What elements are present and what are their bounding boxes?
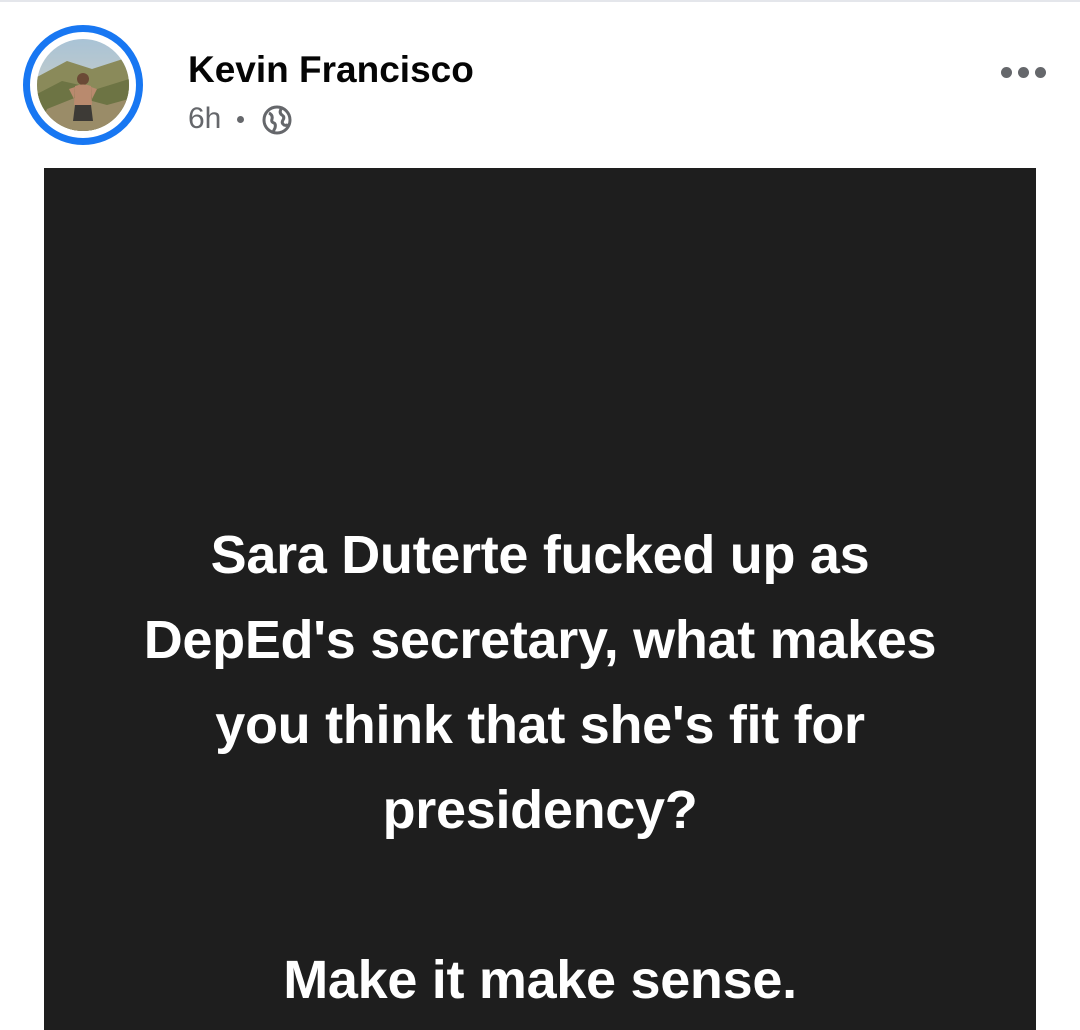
more-options-button[interactable]	[990, 52, 1056, 92]
post-background-card: Sara Duterte fucked up as DepEd's secret…	[44, 168, 1036, 1030]
more-options-icon	[1000, 66, 1046, 78]
post-text-line: you think that she's fit for	[215, 695, 865, 755]
post-header: Kevin Francisco 6h	[0, 0, 1080, 168]
facebook-post: Kevin Francisco 6h Sara Duterte fucked u…	[0, 0, 1080, 1030]
globe-icon[interactable]	[261, 104, 293, 136]
post-closing-line: Make it make sense.	[283, 950, 797, 1010]
profile-photo-icon	[37, 39, 129, 131]
post-timestamp[interactable]: 6h	[188, 102, 221, 136]
separator-dot	[237, 115, 245, 123]
post-text-line: presidency?	[382, 780, 698, 840]
post-text: Sara Duterte fucked up as DepEd's secret…	[44, 513, 1036, 853]
avatar[interactable]	[23, 25, 143, 145]
post-text-line: DepEd's secretary, what makes	[143, 610, 937, 670]
post-meta: 6h	[188, 101, 293, 137]
author-name[interactable]: Kevin Francisco	[188, 48, 474, 92]
post-text-line: Sara Duterte fucked up as	[210, 525, 870, 585]
